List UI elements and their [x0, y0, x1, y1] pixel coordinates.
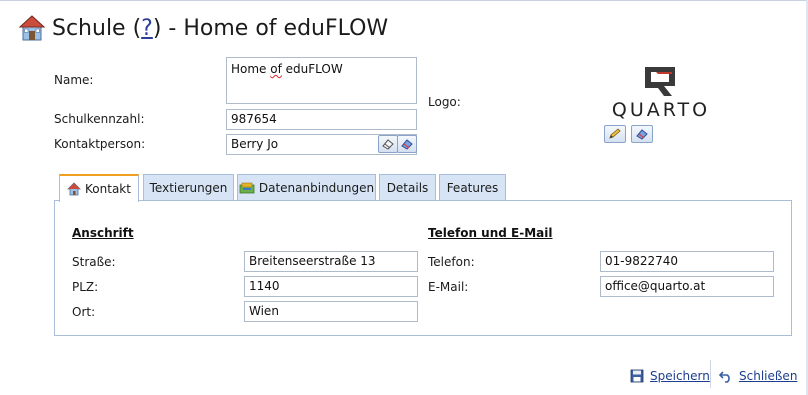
- tab-kontakt-label: Kontakt: [85, 182, 131, 196]
- tab-details-label: Details: [386, 180, 429, 195]
- kontaktperson-clear-button[interactable]: [397, 135, 417, 153]
- plz-label: PLZ:: [72, 280, 99, 294]
- tab-kontakt[interactable]: Kontakt: [59, 174, 139, 202]
- eraser-icon: [382, 139, 394, 150]
- strasse-field[interactable]: Breitenseerstraße 13: [244, 251, 418, 272]
- page-title-suffix: ) - Home of eduFLOW: [152, 15, 389, 41]
- name-field[interactable]: Home of eduFLOW: [226, 57, 417, 104]
- email-label: E-Mail:: [428, 280, 469, 294]
- telefon-email-title: Telefon und E-Mail: [428, 226, 553, 240]
- quarto-logo-mark: [645, 67, 675, 96]
- close-link[interactable]: Schließen: [739, 369, 797, 383]
- kontaktperson-value: Berry Jo: [231, 137, 279, 151]
- tab-textierungen-label: Textierungen: [149, 180, 228, 195]
- name-value-rest: eduFLOW: [281, 62, 343, 76]
- telefon-label: Telefon:: [428, 255, 475, 269]
- telefon-field[interactable]: 01-9822740: [600, 251, 774, 272]
- footer-separator: [710, 360, 711, 388]
- tab-textierungen[interactable]: Textierungen: [143, 174, 234, 200]
- name-value-misspelled: of: [270, 62, 282, 76]
- page-title: Schule (?) - Home of eduFLOW: [52, 16, 388, 41]
- kontaktperson-select-button[interactable]: [378, 135, 398, 153]
- ort-field[interactable]: Wien: [244, 301, 418, 322]
- quarto-logo: QUARTO: [607, 64, 715, 122]
- tab-datenanbindungen[interactable]: Datenanbindungen: [237, 174, 376, 200]
- window-top-border: [0, 0, 808, 6]
- schulkennzahl-label: Schulkennzahl:: [54, 112, 145, 126]
- strasse-label: Straße:: [72, 255, 116, 269]
- tab-features[interactable]: Features: [439, 174, 506, 200]
- help-link[interactable]: ?: [141, 16, 153, 41]
- logo-edit-button[interactable]: [604, 125, 626, 143]
- kontaktperson-label: Kontaktperson:: [54, 137, 146, 151]
- ort-label: Ort:: [72, 305, 96, 319]
- anschrift-title: Anschrift: [72, 226, 134, 240]
- house-icon: [67, 182, 81, 196]
- house-icon: [18, 15, 46, 41]
- tab-features-label: Features: [446, 180, 499, 195]
- eraser-icon: [636, 129, 648, 140]
- undo-arrow-icon: [719, 371, 730, 383]
- save-icon: [630, 369, 644, 383]
- tab-datenanbindungen-label: Datenanbindungen: [258, 180, 375, 195]
- quarto-logo-text: QUARTO: [611, 99, 711, 121]
- name-label: Name:: [54, 73, 94, 87]
- page-header: Schule (?) - Home of eduFLOW: [18, 14, 388, 42]
- schulkennzahl-field[interactable]: 987654: [226, 109, 417, 130]
- clear-eraser-icon: [401, 139, 413, 150]
- logo-clear-button[interactable]: [631, 125, 653, 143]
- page-title-prefix: Schule (: [52, 15, 142, 41]
- logo-label: Logo:: [428, 95, 461, 109]
- pencil-icon: [609, 128, 621, 139]
- tab-details[interactable]: Details: [379, 174, 436, 200]
- email-field[interactable]: office@quarto.at: [600, 276, 774, 297]
- save-link[interactable]: Speichern: [650, 369, 710, 383]
- database-icon: [239, 182, 255, 193]
- name-value-part: Home: [231, 62, 271, 76]
- plz-field[interactable]: 1140: [244, 276, 418, 297]
